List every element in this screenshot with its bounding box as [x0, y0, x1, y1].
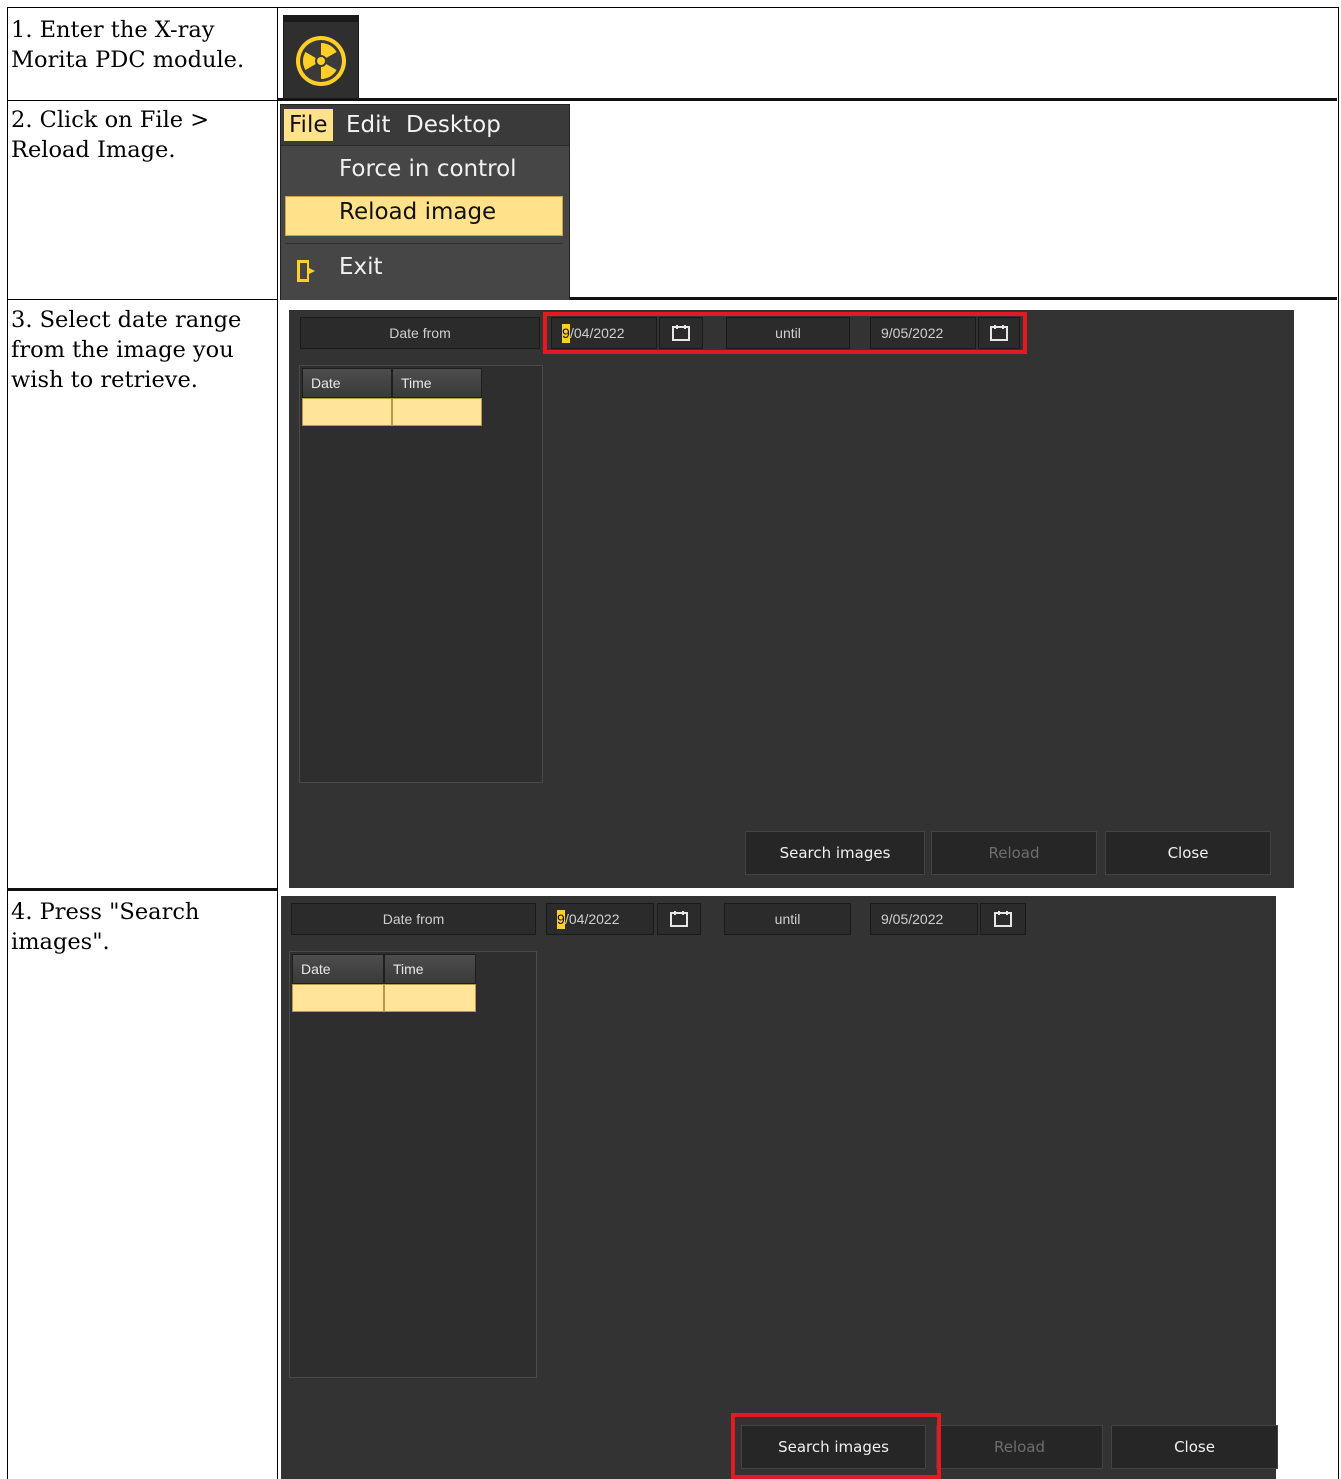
file-menu-screenshot: File Edit Desktop Force in control Reloa… — [280, 104, 570, 300]
xray-module-button[interactable] — [283, 15, 359, 99]
row-divider — [7, 888, 277, 891]
step-2-text: 2. Click on File > Reload Image. — [11, 107, 210, 163]
search-images-button[interactable]: Search images — [745, 831, 925, 875]
file-menu-dropdown: Force in control Reload image Exit — [281, 145, 569, 300]
column-header-time[interactable]: Time — [384, 954, 476, 984]
date-until-input[interactable]: 9/05/2022 — [870, 903, 978, 935]
table-cell[interactable] — [302, 398, 392, 426]
row-divider — [570, 297, 1337, 300]
table-cell[interactable] — [384, 984, 476, 1012]
calendar-icon — [994, 911, 1012, 927]
menu-item-force-in-control[interactable]: Force in control — [339, 156, 517, 182]
date-from-input[interactable]: 9 /04/2022 — [546, 903, 654, 935]
menu-edit[interactable]: Edit — [346, 109, 391, 141]
date-from-label: Date from — [291, 903, 536, 935]
image-list[interactable]: Date Time — [299, 365, 543, 783]
until-label: until — [724, 903, 851, 935]
calendar-from-button[interactable] — [657, 903, 701, 935]
column-header-time[interactable]: Time — [392, 368, 482, 398]
calendar-icon — [670, 911, 688, 927]
menu-separator — [285, 243, 563, 244]
menu-file[interactable]: File — [284, 109, 333, 141]
row-divider — [7, 100, 277, 101]
menu-item-reload-image[interactable]: Reload image — [339, 199, 496, 225]
step-4-text: 4. Press "Search images". — [11, 899, 200, 955]
reload-dialog-step3: Date from 9 /04/2022 until 9/05/2022 Dat… — [289, 310, 1294, 888]
close-button[interactable]: Close — [1105, 831, 1271, 875]
menu-desktop[interactable]: Desktop — [406, 109, 501, 141]
image-list[interactable]: Date Time — [289, 951, 537, 1378]
search-images-annotation — [731, 1413, 941, 1479]
row-divider — [277, 98, 1337, 101]
column-header-date[interactable]: Date — [302, 368, 392, 398]
column-divider — [277, 7, 278, 1479]
reload-button[interactable]: Reload — [936, 1425, 1103, 1469]
menu-bar: File Edit Desktop — [281, 105, 569, 145]
date-range-annotation — [543, 312, 1027, 354]
column-header-date[interactable]: Date — [292, 954, 384, 984]
exit-door-icon — [297, 260, 315, 282]
reload-dialog-step4: Date from 9 /04/2022 until 9/05/2022 Dat… — [281, 896, 1278, 1479]
calendar-until-button[interactable] — [980, 903, 1026, 935]
close-button[interactable]: Close — [1111, 1425, 1278, 1469]
step-3-text: 3. Select date range from the image you … — [11, 307, 242, 393]
step-1-text: 1. Enter the X-ray Morita PDC module. — [11, 17, 245, 73]
row-divider — [7, 299, 277, 300]
table-right-border — [1338, 7, 1339, 1479]
table-cell[interactable] — [392, 398, 482, 426]
date-from-label: Date from — [300, 317, 540, 349]
reload-button[interactable]: Reload — [931, 831, 1097, 875]
menu-item-exit[interactable]: Exit — [339, 254, 383, 280]
radiation-icon — [296, 36, 346, 86]
table-cell[interactable] — [292, 984, 384, 1012]
